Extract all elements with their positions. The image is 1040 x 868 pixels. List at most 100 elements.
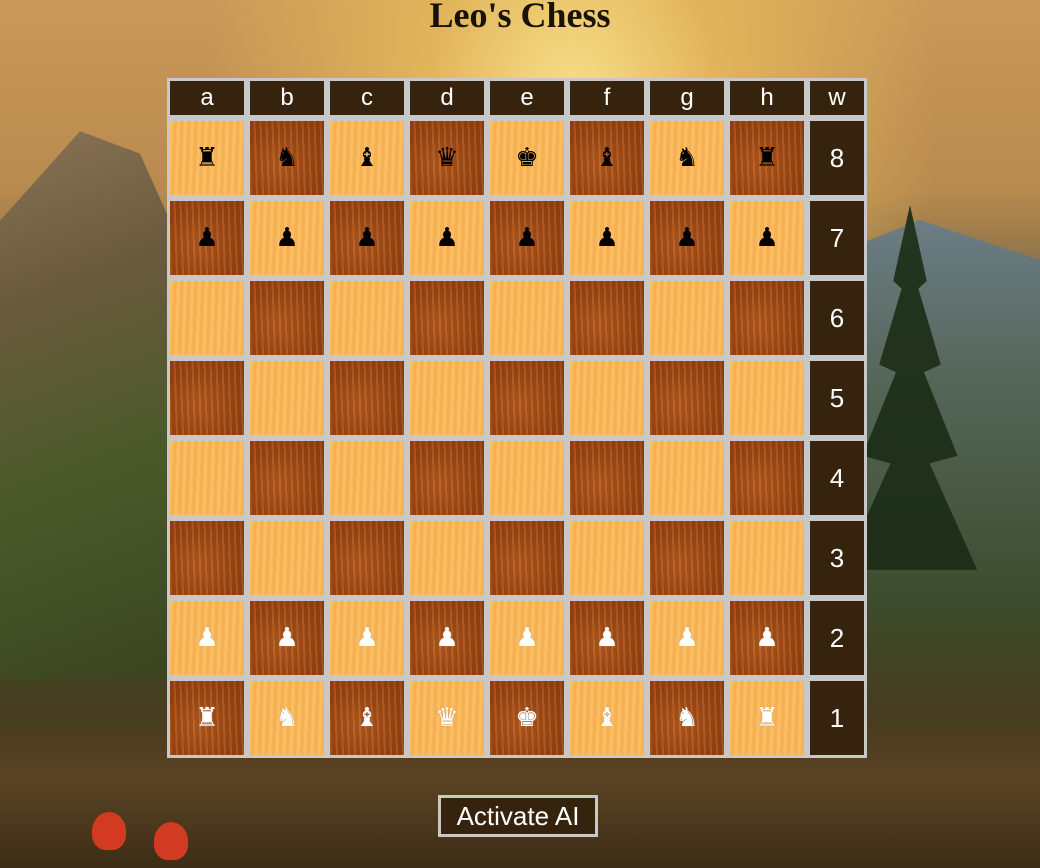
square-c1[interactable]: ♝ bbox=[327, 678, 407, 758]
black-pawn-icon[interactable]: ♟ bbox=[355, 225, 378, 251]
square-a8[interactable]: ♜ bbox=[167, 118, 247, 198]
square-g5[interactable] bbox=[647, 358, 727, 438]
square-g2[interactable]: ♟ bbox=[647, 598, 727, 678]
square-e6[interactable] bbox=[487, 278, 567, 358]
black-pawn-icon[interactable]: ♟ bbox=[675, 225, 698, 251]
square-f6[interactable] bbox=[567, 278, 647, 358]
square-h3[interactable] bbox=[727, 518, 807, 598]
square-b8[interactable]: ♞ bbox=[247, 118, 327, 198]
square-a4[interactable] bbox=[167, 438, 247, 518]
white-pawn-icon[interactable]: ♟ bbox=[515, 625, 538, 651]
black-pawn-icon[interactable]: ♟ bbox=[515, 225, 538, 251]
square-d4[interactable] bbox=[407, 438, 487, 518]
square-b4[interactable] bbox=[247, 438, 327, 518]
white-pawn-icon[interactable]: ♟ bbox=[355, 625, 378, 651]
square-e2[interactable]: ♟ bbox=[487, 598, 567, 678]
square-d5[interactable] bbox=[407, 358, 487, 438]
square-a5[interactable] bbox=[167, 358, 247, 438]
square-c3[interactable] bbox=[327, 518, 407, 598]
square-h8[interactable]: ♜ bbox=[727, 118, 807, 198]
square-b2[interactable]: ♟ bbox=[247, 598, 327, 678]
square-a6[interactable] bbox=[167, 278, 247, 358]
white-queen-icon[interactable]: ♛ bbox=[435, 705, 458, 731]
white-king-icon[interactable]: ♚ bbox=[515, 705, 538, 731]
square-c6[interactable] bbox=[327, 278, 407, 358]
white-pawn-icon[interactable]: ♟ bbox=[595, 625, 618, 651]
black-knight-icon[interactable]: ♞ bbox=[675, 145, 698, 171]
square-d2[interactable]: ♟ bbox=[407, 598, 487, 678]
black-pawn-icon[interactable]: ♟ bbox=[435, 225, 458, 251]
square-a2[interactable]: ♟ bbox=[167, 598, 247, 678]
square-f1[interactable]: ♝ bbox=[567, 678, 647, 758]
square-f7[interactable]: ♟ bbox=[567, 198, 647, 278]
square-f5[interactable] bbox=[567, 358, 647, 438]
square-c2[interactable]: ♟ bbox=[327, 598, 407, 678]
square-c8[interactable]: ♝ bbox=[327, 118, 407, 198]
square-f2[interactable]: ♟ bbox=[567, 598, 647, 678]
square-h7[interactable]: ♟ bbox=[727, 198, 807, 278]
square-e4[interactable] bbox=[487, 438, 567, 518]
square-h6[interactable] bbox=[727, 278, 807, 358]
black-pawn-icon[interactable]: ♟ bbox=[195, 225, 218, 251]
black-rook-icon[interactable]: ♜ bbox=[195, 145, 218, 171]
square-h4[interactable] bbox=[727, 438, 807, 518]
black-queen-icon[interactable]: ♛ bbox=[435, 145, 458, 171]
square-a1[interactable]: ♜ bbox=[167, 678, 247, 758]
black-bishop-icon[interactable]: ♝ bbox=[595, 145, 618, 171]
white-pawn-icon[interactable]: ♟ bbox=[195, 625, 218, 651]
square-g4[interactable] bbox=[647, 438, 727, 518]
white-rook-icon[interactable]: ♜ bbox=[755, 705, 778, 731]
square-e5[interactable] bbox=[487, 358, 567, 438]
white-pawn-icon[interactable]: ♟ bbox=[435, 625, 458, 651]
square-b7[interactable]: ♟ bbox=[247, 198, 327, 278]
square-h5[interactable] bbox=[727, 358, 807, 438]
square-d6[interactable] bbox=[407, 278, 487, 358]
black-pawn-icon[interactable]: ♟ bbox=[595, 225, 618, 251]
white-bishop-icon[interactable]: ♝ bbox=[355, 705, 378, 731]
white-pawn-icon[interactable]: ♟ bbox=[675, 625, 698, 651]
white-bishop-icon[interactable]: ♝ bbox=[595, 705, 618, 731]
square-f4[interactable] bbox=[567, 438, 647, 518]
black-pawn-icon[interactable]: ♟ bbox=[275, 225, 298, 251]
square-g1[interactable]: ♞ bbox=[647, 678, 727, 758]
square-b1[interactable]: ♞ bbox=[247, 678, 327, 758]
square-b3[interactable] bbox=[247, 518, 327, 598]
square-h1[interactable]: ♜ bbox=[727, 678, 807, 758]
white-pawn-icon[interactable]: ♟ bbox=[275, 625, 298, 651]
square-f8[interactable]: ♝ bbox=[567, 118, 647, 198]
square-f3[interactable] bbox=[567, 518, 647, 598]
square-g3[interactable] bbox=[647, 518, 727, 598]
black-pawn-icon[interactable]: ♟ bbox=[755, 225, 778, 251]
square-e3[interactable] bbox=[487, 518, 567, 598]
rank-label-6: 6 bbox=[807, 278, 867, 358]
square-g7[interactable]: ♟ bbox=[647, 198, 727, 278]
square-d7[interactable]: ♟ bbox=[407, 198, 487, 278]
square-b5[interactable] bbox=[247, 358, 327, 438]
square-c5[interactable] bbox=[327, 358, 407, 438]
background-flower bbox=[92, 812, 126, 850]
white-knight-icon[interactable]: ♞ bbox=[675, 705, 698, 731]
square-b6[interactable] bbox=[247, 278, 327, 358]
activate-ai-button[interactable]: Activate AI bbox=[438, 795, 598, 837]
black-bishop-icon[interactable]: ♝ bbox=[355, 145, 378, 171]
square-e1[interactable]: ♚ bbox=[487, 678, 567, 758]
square-e8[interactable]: ♚ bbox=[487, 118, 567, 198]
white-knight-icon[interactable]: ♞ bbox=[275, 705, 298, 731]
black-rook-icon[interactable]: ♜ bbox=[755, 145, 778, 171]
black-king-icon[interactable]: ♚ bbox=[515, 145, 538, 171]
white-rook-icon[interactable]: ♜ bbox=[195, 705, 218, 731]
square-h2[interactable]: ♟ bbox=[727, 598, 807, 678]
turn-indicator: w bbox=[807, 78, 867, 118]
square-g8[interactable]: ♞ bbox=[647, 118, 727, 198]
white-pawn-icon[interactable]: ♟ bbox=[755, 625, 778, 651]
square-a3[interactable] bbox=[167, 518, 247, 598]
square-d1[interactable]: ♛ bbox=[407, 678, 487, 758]
square-c7[interactable]: ♟ bbox=[327, 198, 407, 278]
square-d3[interactable] bbox=[407, 518, 487, 598]
square-c4[interactable] bbox=[327, 438, 407, 518]
square-g6[interactable] bbox=[647, 278, 727, 358]
square-e7[interactable]: ♟ bbox=[487, 198, 567, 278]
square-d8[interactable]: ♛ bbox=[407, 118, 487, 198]
square-a7[interactable]: ♟ bbox=[167, 198, 247, 278]
black-knight-icon[interactable]: ♞ bbox=[275, 145, 298, 171]
